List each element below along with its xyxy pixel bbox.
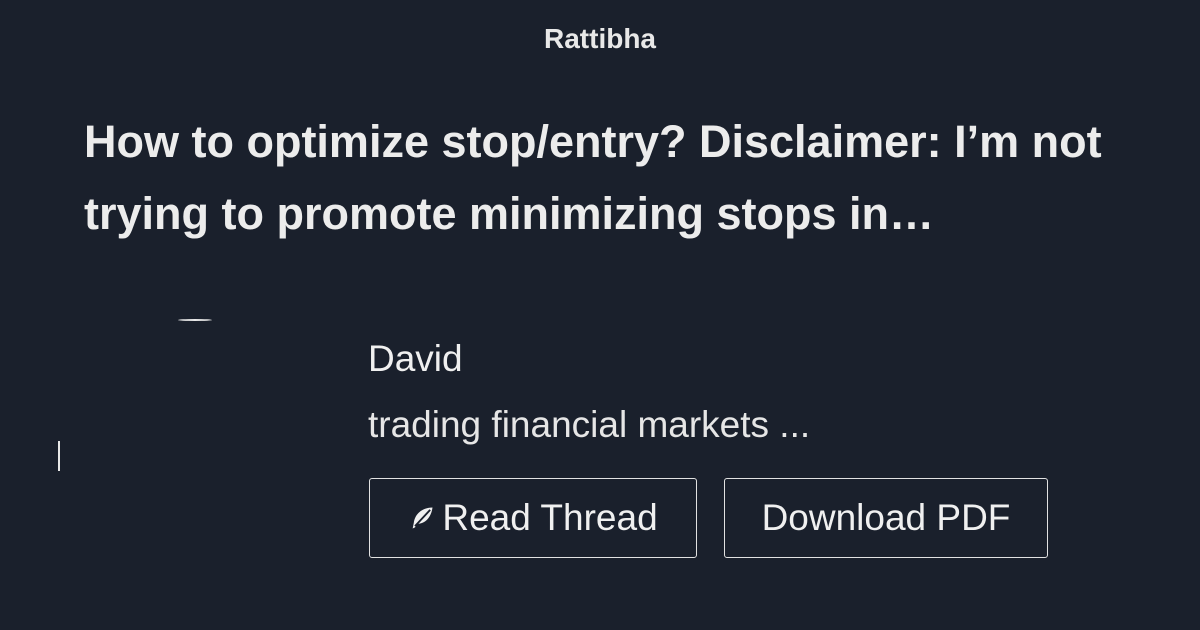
read-thread-label: Read Thread [442,497,658,538]
author-bio: trading financial markets ... [368,404,811,445]
author-name[interactable]: David [368,336,463,382]
thread-title: How to optimize stop/entry? Disclaimer: … [84,116,1102,239]
feather-icon [413,507,433,529]
download-pdf-label: Download PDF [761,497,1011,538]
download-pdf-button[interactable]: Download PDF [724,478,1048,558]
brand-logo[interactable]: Rattibha [0,20,1200,58]
avatar [58,319,333,474]
avatar-edge-top [178,319,212,321]
avatar-edge-left [58,441,60,471]
read-thread-button[interactable]: Read Thread [369,478,697,558]
